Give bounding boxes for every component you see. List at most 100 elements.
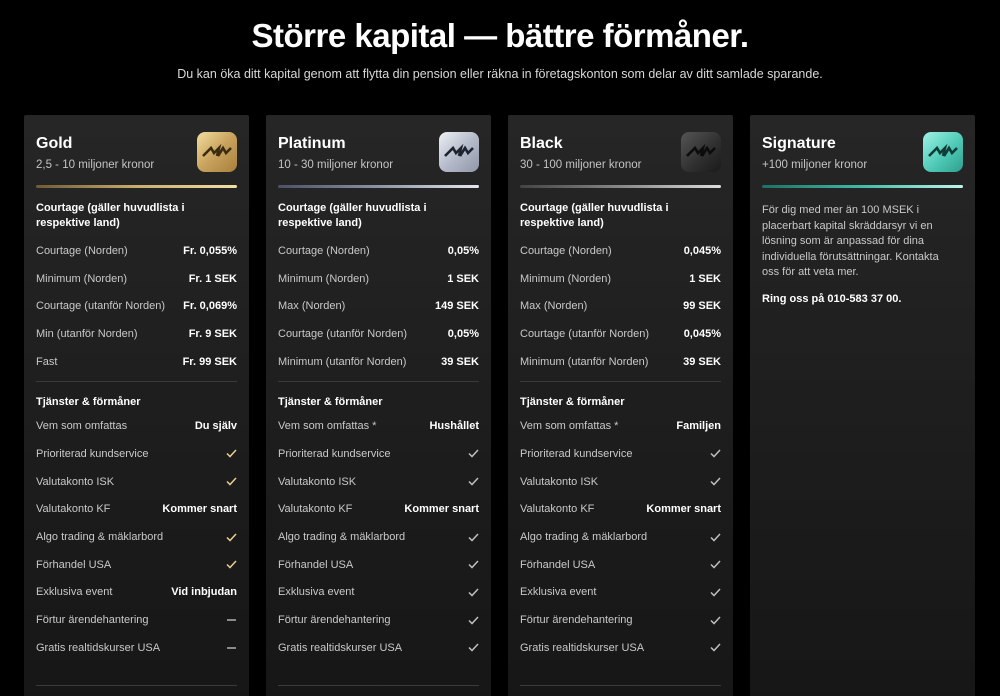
row-value: Hushållet: [429, 420, 479, 433]
services-list: Vem som omfattas * Familjen Prioriterad k…: [520, 412, 721, 661]
row-label: Minimum (Norden): [36, 272, 128, 285]
row-label: Minimum (utanför Norden): [278, 355, 407, 368]
row-value: 0,045%: [683, 327, 721, 340]
courtage-list: Courtage (Norden) 0,045% Minimum (Norden)…: [520, 237, 721, 375]
check-icon: [468, 643, 479, 652]
row-label: Minimum (utanför Norden): [520, 355, 649, 368]
services-title: Tjänster & förmåner: [36, 396, 141, 409]
card-header: Signature +100 miljoner kronor: [762, 115, 963, 189]
row-label: Courtage (Norden): [36, 244, 128, 257]
card-header: Gold 2,5 - 10 miljoner kronor: [36, 115, 237, 189]
page-title: Större kapital — bättre förmåner.: [251, 17, 749, 54]
row-value: 0,05%: [447, 327, 479, 340]
service-row: Gratis realtidskurser USA: [520, 634, 721, 662]
service-row: Förtur ärendehantering: [520, 606, 721, 634]
courtage-row: Courtage (utanför Norden) 0,045%: [520, 320, 721, 348]
row-value: Du själv: [194, 420, 237, 433]
service-row: Förhandel USA: [278, 551, 479, 579]
check-icon: [710, 533, 721, 542]
courtage-row: Max (Norden) 149 SEK: [278, 292, 479, 320]
divider: [36, 381, 237, 383]
row-label: Exklusiva event: [278, 586, 355, 599]
service-row: Algo trading & mäklarbord: [36, 523, 237, 551]
courtage-row: Courtage (utanför Norden) Fr. 0,069%: [36, 292, 237, 320]
row-value: Fr. 1 SEK: [188, 272, 237, 285]
services-title: Tjänster & förmåner: [278, 396, 383, 409]
divider: [520, 685, 721, 686]
row-label: Vem som omfattas *: [520, 420, 619, 433]
check-icon: [226, 533, 237, 542]
service-row: Valutakonto KF Kommer snart: [520, 496, 721, 524]
tier-card-signature: Signature +100 miljoner kronor För dig m…: [750, 115, 975, 696]
check-icon: [226, 477, 237, 486]
page-subtitle: Du kan öka ditt kapital genom att flytta…: [177, 67, 823, 81]
tier-card-platinum: Platinum 10 - 30 miljoner kronor Courtag…: [266, 115, 491, 696]
check-icon: [710, 643, 721, 652]
courtage-row: Minimum (Norden) Fr. 1 SEK: [36, 265, 237, 293]
row-value: Kommer snart: [404, 503, 479, 516]
check-icon: [226, 449, 237, 459]
service-row: Exklusiva event: [278, 579, 479, 607]
row-label: Gratis realtidskurser USA: [520, 641, 645, 654]
check-icon: [226, 560, 237, 569]
service-row: Valutakonto ISK: [520, 468, 721, 496]
row-value: Vid inbjudan: [171, 586, 237, 599]
courtage-title: Courtage (gäller huvudlista i respektive…: [36, 202, 185, 229]
brand-logo-icon: [923, 132, 963, 172]
check-icon: [468, 588, 479, 597]
service-row: Vem som omfattas * Familjen: [520, 412, 721, 440]
row-label: Min (utanför Norden): [36, 327, 138, 340]
card-header: Black 30 - 100 miljoner kronor: [520, 115, 721, 189]
courtage-row: Minimum (Norden) 1 SEK: [520, 265, 721, 293]
divider: [278, 381, 479, 383]
courtage-row: Courtage (Norden) Fr. 0,055%: [36, 237, 237, 265]
service-row: Valutakonto ISK: [36, 468, 237, 496]
row-label: Valutakonto ISK: [278, 475, 357, 488]
row-label: Algo trading & mäklarbord: [520, 531, 648, 544]
service-row: Vem som omfattas Du själv: [36, 412, 237, 440]
row-label: Valutakonto KF: [520, 503, 595, 516]
dash-icon: [227, 619, 236, 621]
service-row: Valutakonto KF Kommer snart: [36, 496, 237, 524]
row-label: Valutakonto KF: [278, 503, 353, 516]
row-label: Algo trading & mäklarbord: [36, 531, 164, 544]
courtage-row: Fast Fr. 99 SEK: [36, 348, 237, 376]
row-value: Fr. 0,055%: [183, 244, 237, 257]
divider: [36, 685, 237, 686]
check-icon: [710, 588, 721, 597]
service-row: Prioriterad kundservice: [520, 440, 721, 468]
courtage-row: Max (Norden) 99 SEK: [520, 292, 721, 320]
row-label: Prioriterad kundservice: [36, 447, 149, 460]
row-label: Exklusiva event: [520, 586, 597, 599]
brand-logo-icon: [681, 132, 721, 172]
brand-logo-icon: [197, 132, 237, 172]
tier-card-black: Black 30 - 100 miljoner kronor Courtage …: [508, 115, 733, 696]
check-icon: [710, 616, 721, 625]
services-title: Tjänster & förmåner: [520, 396, 625, 409]
row-value: 0,05%: [447, 244, 479, 257]
row-value: 99 SEK: [683, 300, 721, 313]
service-row: Vem som omfattas * Hushållet: [278, 412, 479, 440]
courtage-row: Min (utanför Norden) Fr. 9 SEK: [36, 320, 237, 348]
row-label: Courtage (Norden): [278, 244, 370, 257]
service-row: Förtur ärendehantering: [278, 606, 479, 634]
signature-phone[interactable]: Ring oss på 010-583 37 00.: [762, 293, 963, 305]
row-label: Prioriterad kundservice: [520, 447, 633, 460]
check-icon: [710, 449, 721, 459]
row-value: Fr. 0,069%: [183, 300, 237, 313]
row-value: Fr. 99 SEK: [182, 355, 237, 368]
row-value: 1 SEK: [689, 272, 721, 285]
courtage-row: Courtage (Norden) 0,045%: [520, 237, 721, 265]
row-label: Valutakonto ISK: [520, 475, 599, 488]
row-label: Max (Norden): [520, 300, 588, 313]
courtage-title: Courtage (gäller huvudlista i respektive…: [278, 202, 427, 229]
service-row: Exklusiva event Vid inbjudan: [36, 579, 237, 607]
service-row: Förhandel USA: [520, 551, 721, 579]
check-icon: [468, 477, 479, 486]
courtage-list: Courtage (Norden) Fr. 0,055% Minimum (Nor…: [36, 237, 237, 375]
service-row: Förtur ärendehantering: [36, 606, 237, 634]
row-label: Courtage (utanför Norden): [36, 300, 166, 313]
row-value: Kommer snart: [646, 503, 721, 516]
brand-logo-icon: [439, 132, 479, 172]
row-value: 149 SEK: [434, 300, 479, 313]
